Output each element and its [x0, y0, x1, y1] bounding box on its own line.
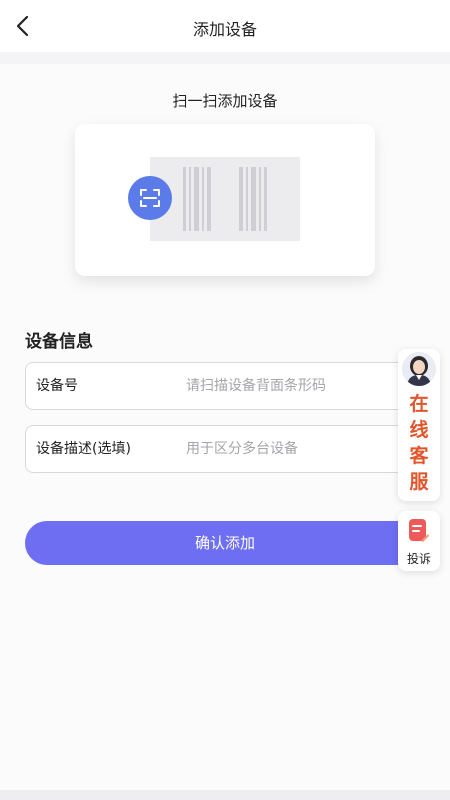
section-title: 设备信息	[25, 332, 93, 352]
scan-card[interactable]	[75, 124, 375, 276]
page-title: 添加设备	[192, 20, 257, 39]
barcode-icon	[183, 167, 267, 231]
scan-button[interactable]	[128, 176, 172, 220]
scan-icon	[140, 189, 160, 207]
device-number-field[interactable]: 设备号	[25, 362, 425, 410]
avatar	[402, 352, 436, 386]
complaint-widget[interactable]: 投诉	[398, 511, 440, 571]
bottom-bar	[0, 790, 450, 800]
device-description-label: 设备描述(选填)	[36, 441, 131, 457]
device-description-field[interactable]: 设备描述(选填)	[25, 425, 425, 473]
device-number-input[interactable]	[186, 371, 416, 401]
device-number-label: 设备号	[36, 378, 78, 394]
barcode-illustration	[150, 157, 300, 241]
online-service-widget[interactable]: 在 线 客 服	[398, 349, 440, 501]
online-service-label: 在 线 客 服	[409, 393, 429, 493]
confirm-add-button[interactable]: 确认添加	[25, 521, 425, 565]
header-divider	[0, 52, 450, 64]
device-description-input[interactable]	[186, 434, 416, 464]
complaint-icon	[409, 519, 429, 542]
nav-bar: 添加设备	[0, 0, 450, 52]
scan-title: 扫一扫添加设备	[172, 92, 278, 110]
complaint-label: 投诉	[406, 552, 431, 566]
agent-avatar-icon	[402, 352, 436, 386]
